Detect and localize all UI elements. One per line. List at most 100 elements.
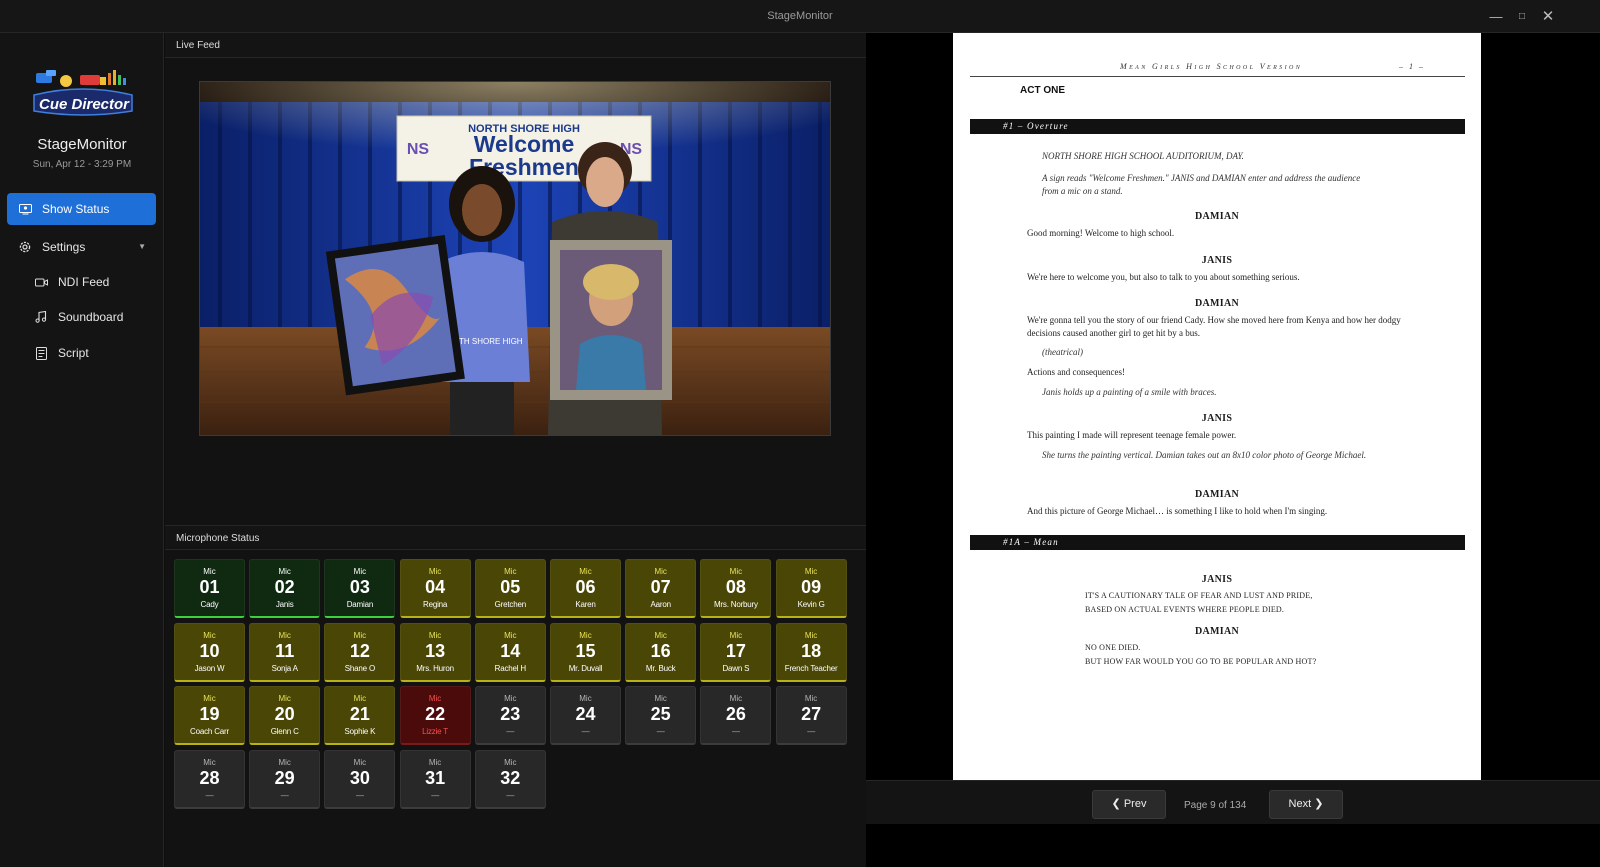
mic-label: Mic (579, 694, 592, 704)
mic-tile[interactable]: Mic 16 Mr. Buck (625, 622, 697, 682)
mic-tile[interactable]: Mic 30 — (324, 749, 396, 809)
minimize-icon[interactable]: — (1482, 0, 1510, 33)
mic-number: 15 (575, 640, 596, 661)
mic-tile[interactable]: Mic 11 Sonja A (249, 622, 321, 682)
mic-number: 09 (801, 577, 822, 597)
mic-tile[interactable]: Mic 32 — (474, 749, 546, 809)
mic-label: Mic (203, 630, 216, 640)
next-button[interactable]: Next ❯ (1269, 790, 1343, 819)
mic-tile[interactable]: Mic 10 Jason W (174, 622, 245, 682)
mic-tile[interactable]: Mic 28 — (174, 749, 245, 809)
mic-label: Mic (804, 567, 818, 576)
mic-tile[interactable]: Mic 29 — (249, 749, 321, 809)
mic-tile[interactable]: Mic 01 Cady (174, 559, 245, 618)
mic-number: 02 (274, 577, 295, 597)
window-title: StageMonitor (767, 10, 833, 22)
mic-label: Mic (579, 630, 592, 640)
nav-settings-label: Settings (42, 240, 86, 254)
mic-assigned-name: Damian (346, 600, 374, 609)
prev-button[interactable]: ❮ Prev (1092, 790, 1166, 819)
mic-number: 27 (801, 704, 822, 725)
mic-tile[interactable]: Mic 22 Lizzie T (399, 686, 471, 746)
mic-tile[interactable]: Mic 15 Mr. Duvall (550, 622, 621, 682)
nav-settings[interactable]: Settings ▼ (7, 231, 156, 263)
mic-label: Mic (729, 630, 743, 640)
script-panel: Mean Girls High School Version – 1 – ACT… (866, 33, 1600, 867)
mic-label: Mic (504, 630, 517, 640)
lyric-3: NO ONE DIED. (1085, 643, 1141, 652)
mic-assigned-name: Mrs. Norbury (713, 600, 758, 609)
nav-show-status-label: Show Status (42, 202, 110, 216)
mic-number: 22 (425, 704, 446, 725)
chevron-down-icon[interactable]: ▼ (138, 242, 146, 251)
mic-tile[interactable]: Mic 08 Mrs. Norbury (700, 559, 772, 618)
mic-tile[interactable]: Mic 12 Shane O (324, 622, 396, 682)
stage-direction-3: She turns the painting vertical. Damian … (1042, 450, 1367, 460)
lyric-1: IT'S A CAUTIONARY TALE OF FEAR AND LUST … (1085, 591, 1313, 600)
character-janis-2: JANIS (1201, 413, 1233, 424)
mic-assigned-name: Mr. Duvall (568, 663, 603, 673)
mic-tile[interactable]: Mic 27 — (775, 686, 847, 746)
mic-label: Mic (353, 757, 367, 767)
mic-assigned-name: — (280, 790, 289, 800)
mic-label: Mic (804, 630, 818, 640)
scene-setting: NORTH SHORE HIGH SCHOOL AUDITORIUM, DAY. (1042, 151, 1244, 161)
mic-tile[interactable]: Mic 19 Coach Carr (174, 686, 245, 746)
mic-tile[interactable]: Mic 23 — (474, 686, 546, 746)
header-rule (970, 76, 1465, 77)
mic-label: Mic (428, 694, 442, 704)
mic-assigned-name: — (581, 727, 590, 737)
mic-tile[interactable]: Mic 09 Kevin G (775, 559, 847, 618)
cue-director-logo: Cue Director (33, 70, 133, 116)
dialogue-5: This painting I made will represent teen… (1027, 430, 1237, 440)
mic-assigned-name: Aaron (650, 600, 672, 609)
live-feed-video[interactable]: NORTH SHORE HIGH Welcome Freshmen NS NS … (199, 81, 831, 436)
mic-tile[interactable]: Mic 04 Regina (399, 559, 471, 618)
prev-button-label: Prev (1123, 798, 1147, 810)
mic-number: 31 (425, 767, 446, 788)
maximize-icon[interactable]: □ (1508, 0, 1536, 33)
close-icon[interactable]: ✕ (1534, 0, 1562, 33)
nav-show-status[interactable]: Show Status (7, 193, 156, 225)
mic-number: 26 (725, 704, 746, 725)
dialogue-4: Actions and consequences! (1027, 367, 1125, 377)
nav-script[interactable]: Script (7, 337, 156, 369)
document-icon (33, 345, 49, 361)
sign-badge-left: NS (407, 141, 430, 158)
mic-tile[interactable]: Mic 14 Rachel H (474, 622, 546, 682)
stage-direction-2: Janis holds up a painting of a smile wit… (1042, 387, 1217, 397)
mic-tile[interactable]: Mic 07 Aaron (625, 559, 697, 618)
mic-tile[interactable]: Mic 25 — (625, 686, 697, 746)
nav-soundboard[interactable]: Soundboard (7, 301, 156, 333)
mic-tile[interactable]: Mic 26 — (700, 686, 772, 746)
mic-tile[interactable]: Mic 05 Gretchen (474, 559, 546, 618)
mic-tile[interactable]: Mic 06 Karen (550, 559, 621, 618)
logo-text: Cue Director (39, 96, 130, 113)
mic-assigned-name: Kevin G (797, 600, 825, 609)
mic-label: Mic (428, 567, 442, 576)
mic-tile[interactable]: Mic 21 Sophie K (324, 686, 396, 746)
mic-number: 19 (199, 704, 220, 725)
mic-number: 29 (274, 767, 295, 788)
mic-number: 32 (500, 767, 521, 788)
mic-tile[interactable]: Mic 02 Janis (249, 559, 321, 618)
mic-tile[interactable]: Mic 24 — (550, 686, 621, 746)
mic-tile[interactable]: Mic 18 French Teacher (775, 622, 847, 682)
nav-ndi-feed[interactable]: NDI Feed (7, 266, 156, 298)
mic-tile[interactable]: Mic 31 — (399, 749, 471, 809)
mic-assigned-name: Gretchen (494, 600, 527, 609)
mic-assigned-name: Sophie K (344, 727, 376, 737)
mic-tile[interactable]: Mic 20 Glenn C (249, 686, 321, 746)
mic-label: Mic (428, 757, 442, 767)
camera-icon (33, 274, 49, 290)
mic-assigned-name: French Teacher (784, 663, 838, 673)
mic-number: 25 (650, 704, 671, 725)
mic-number: 23 (500, 704, 521, 725)
mic-number: 21 (349, 704, 370, 725)
mic-tile[interactable]: Mic 17 Dawn S (700, 622, 772, 682)
mic-tile[interactable]: Mic 03 Damian (324, 559, 396, 618)
mic-tile[interactable]: Mic 13 Mrs. Huron (399, 622, 471, 682)
lyric-4: BUT HOW FAR WOULD YOU GO TO BE POPULAR A… (1085, 657, 1317, 666)
mic-assigned-name: — (355, 790, 364, 800)
mic-assigned-name: — (431, 790, 439, 800)
